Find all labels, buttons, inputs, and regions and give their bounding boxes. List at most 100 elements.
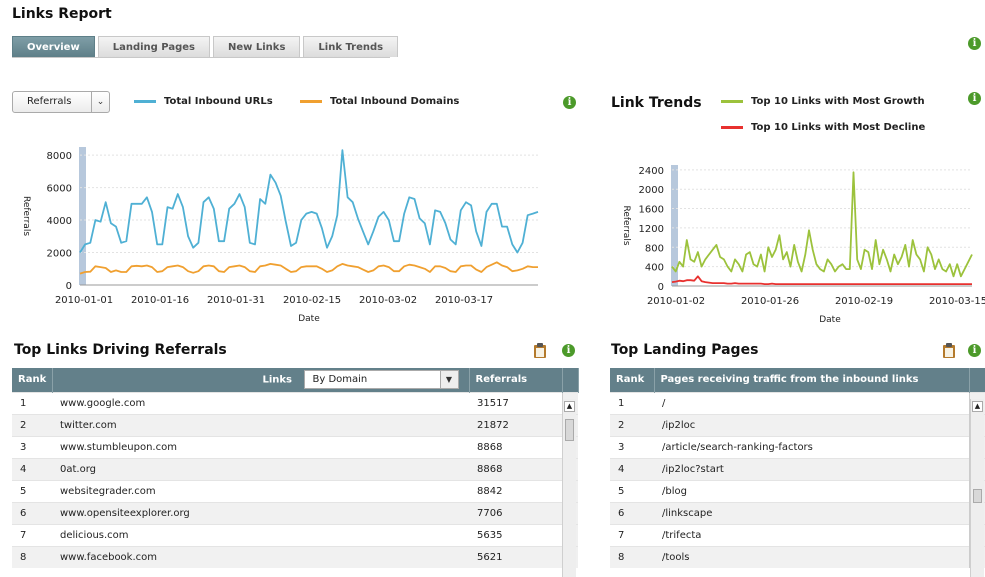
referrals-cell: 31517 xyxy=(469,391,562,414)
referrals-cell: 8868 xyxy=(469,435,562,458)
landing-pages-table: Rank Pages receiving traffic from the in… xyxy=(610,368,985,568)
info-icon[interactable]: i xyxy=(563,96,576,109)
y-axis-label: Referrals xyxy=(21,196,31,236)
rank-cell: 7 xyxy=(610,523,654,546)
metric-select-value: Referrals xyxy=(27,96,72,107)
rank-cell: 6 xyxy=(12,501,52,524)
tab-new-links[interactable]: New Links xyxy=(213,36,301,57)
table-row[interactable]: 1 www.google.com 31517 xyxy=(12,391,578,414)
table-row[interactable]: 7 delicious.com 5635 xyxy=(12,523,578,546)
link-cell[interactable]: websitegrader.com xyxy=(52,479,469,502)
report-tabs: Overview Landing Pages New Links Link Tr… xyxy=(12,36,399,57)
referrals-table-scrollbar[interactable]: ▲ xyxy=(562,399,576,577)
column-header-rank[interactable]: Rank xyxy=(610,368,655,392)
table-row[interactable]: 2/ip2loc xyxy=(610,413,985,436)
y-tick-label: 2000 xyxy=(47,249,72,260)
rank-cell: 3 xyxy=(12,435,52,458)
legend-most-growth: Top 10 Links with Most Growth xyxy=(721,96,925,107)
table-row[interactable]: 5/blog xyxy=(610,479,985,502)
y-tick-label: 1200 xyxy=(639,224,664,235)
table-row[interactable]: 7/trifecta xyxy=(610,523,985,546)
column-header-links[interactable]: Links By Domain ▼ xyxy=(52,368,470,392)
link-trends-line-chart: 0 400 800 1200 1600 2000 2400 2010-01-02 2010-01… xyxy=(621,165,985,325)
page-cell[interactable]: /linkscape xyxy=(654,501,969,524)
table-row[interactable]: 8 www.facebook.com 5621 xyxy=(12,545,578,568)
rank-cell: 1 xyxy=(12,391,52,414)
info-icon[interactable]: i xyxy=(968,37,981,50)
landing-table-scrollbar[interactable]: ▲ xyxy=(970,399,984,577)
referrals-cell: 8868 xyxy=(469,457,562,480)
legend-label: Total Inbound Domains xyxy=(330,96,460,107)
clipboard-icon[interactable] xyxy=(533,342,547,359)
rank-cell: 5 xyxy=(610,479,654,502)
table-row[interactable]: 3 www.stumbleupon.com 8868 xyxy=(12,435,578,458)
x-tick-label: 2010-02-19 xyxy=(835,296,893,307)
scroll-up-arrow-icon[interactable]: ▲ xyxy=(972,401,983,412)
page-cell[interactable]: /tools xyxy=(654,545,969,568)
clipboard-icon[interactable] xyxy=(942,342,956,359)
x-tick-label: 2010-01-01 xyxy=(55,295,113,306)
x-axis-label: Date xyxy=(298,314,320,324)
series-line xyxy=(79,261,538,275)
scroll-thumb[interactable] xyxy=(565,419,574,441)
table-row[interactable]: 8/tools xyxy=(610,545,985,568)
legend-swatch xyxy=(721,100,743,103)
tab-link-trends[interactable]: Link Trends xyxy=(303,36,399,57)
landing-pages-table-body: 1/2/ip2loc 3/article/search-ranking-facto… xyxy=(610,391,985,568)
table-row[interactable]: 6/linkscape xyxy=(610,501,985,524)
link-cell[interactable]: www.stumbleupon.com xyxy=(52,435,469,458)
column-header-pages[interactable]: Pages receiving traffic from the inbound… xyxy=(654,368,970,392)
link-cell[interactable]: delicious.com xyxy=(52,523,469,546)
page-cell[interactable]: /article/search-ranking-factors xyxy=(654,435,969,458)
legend-label: Top 10 Links with Most Growth xyxy=(751,96,925,107)
table-row[interactable]: 5 websitegrader.com 8842 xyxy=(12,479,578,502)
group-by-select[interactable]: By Domain ▼ xyxy=(303,370,459,390)
column-header-spacer xyxy=(969,368,985,392)
group-by-value: By Domain xyxy=(312,374,368,386)
page-cell[interactable]: /trifecta xyxy=(654,523,969,546)
link-cell[interactable]: www.opensiteexplorer.org xyxy=(52,501,469,524)
link-cell[interactable]: twitter.com xyxy=(52,413,469,436)
table-row[interactable]: 4/ip2loc?start xyxy=(610,457,985,480)
rank-cell: 7 xyxy=(12,523,52,546)
y-tick-label: 6000 xyxy=(47,184,72,195)
legend-swatch xyxy=(300,100,322,103)
y-axis-label: Referrals xyxy=(621,205,631,245)
table-row[interactable]: 6 www.opensiteexplorer.org 7706 xyxy=(12,501,578,524)
column-header-rank[interactable]: Rank xyxy=(12,368,53,392)
metric-select[interactable]: Referrals ⌄ xyxy=(12,91,110,113)
info-icon[interactable]: i xyxy=(968,344,981,357)
x-tick-label: 2010-03-17 xyxy=(435,295,493,306)
x-tick-label: 2010-01-26 xyxy=(741,296,799,307)
link-cell[interactable]: 0at.org xyxy=(52,457,469,480)
legend-total-inbound-urls: Total Inbound URLs xyxy=(134,96,273,107)
info-icon[interactable]: i xyxy=(562,344,575,357)
date-range-handle[interactable] xyxy=(79,147,86,285)
page-cell[interactable]: /ip2loc?start xyxy=(654,457,969,480)
page-cell[interactable]: /blog xyxy=(654,479,969,502)
info-icon[interactable]: i xyxy=(968,92,981,105)
page-title: Links Report xyxy=(12,6,112,22)
column-header-spacer xyxy=(562,368,579,392)
table-row[interactable]: 3/article/search-ranking-factors xyxy=(610,435,985,458)
referrals-cell: 21872 xyxy=(469,413,562,436)
page-cell[interactable]: /ip2loc xyxy=(654,413,969,436)
scroll-thumb[interactable] xyxy=(973,489,982,503)
column-header-referrals[interactable]: Referrals xyxy=(469,368,563,392)
table-row[interactable]: 2 twitter.com 21872 xyxy=(12,413,578,436)
scroll-up-arrow-icon[interactable]: ▲ xyxy=(564,401,575,412)
y-tick-label: 8000 xyxy=(47,151,72,162)
legend-label: Top 10 Links with Most Decline xyxy=(751,122,926,133)
link-cell[interactable]: www.facebook.com xyxy=(52,545,469,568)
rank-cell: 2 xyxy=(610,413,654,436)
link-trends-title: Link Trends xyxy=(611,95,702,111)
page-cell[interactable]: / xyxy=(654,391,969,414)
table-row[interactable]: 4 0at.org 8868 xyxy=(12,457,578,480)
y-tick-label: 400 xyxy=(645,263,664,274)
tab-landing-pages[interactable]: Landing Pages xyxy=(97,36,210,57)
chevron-down-icon: ⌄ xyxy=(91,92,109,112)
tab-overview[interactable]: Overview xyxy=(12,36,95,57)
link-cell[interactable]: www.google.com xyxy=(52,391,469,414)
table-row[interactable]: 1/ xyxy=(610,391,985,414)
y-tick-label: 0 xyxy=(66,281,72,292)
